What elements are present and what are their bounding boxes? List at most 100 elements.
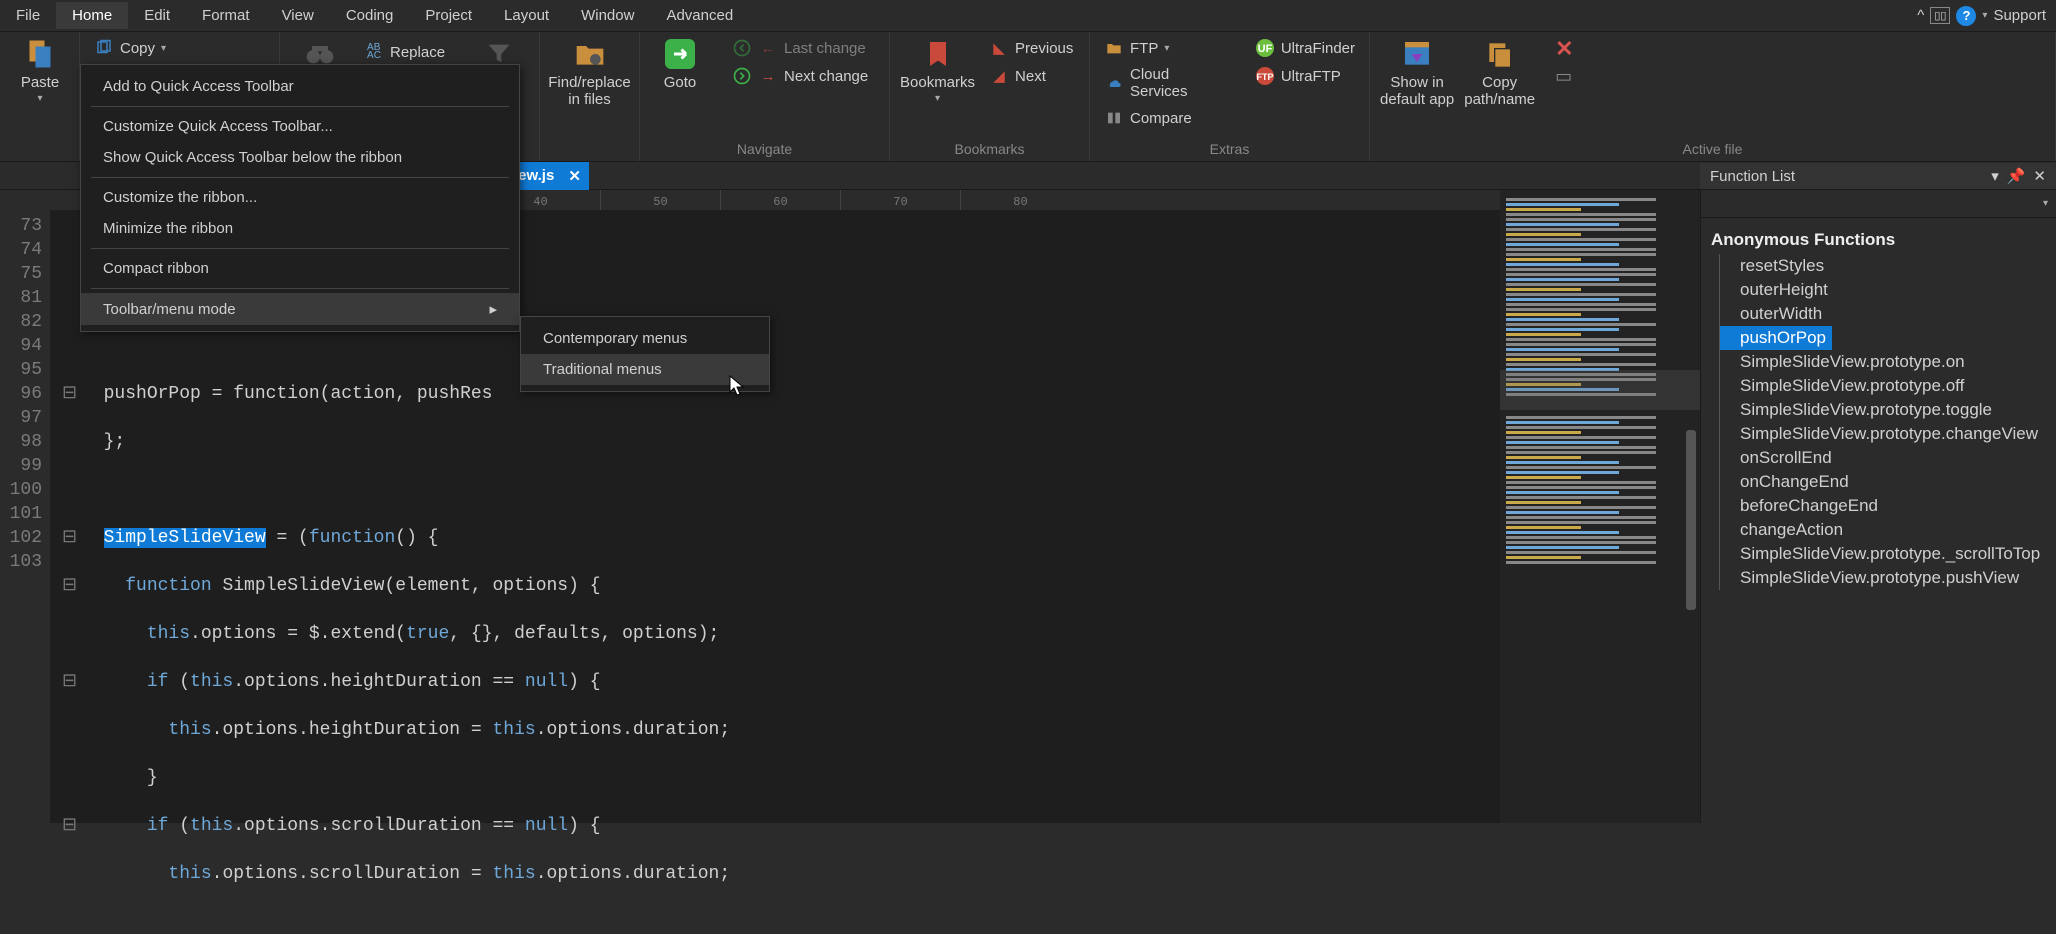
layout-icon[interactable]: ▯▯ [1930, 7, 1950, 24]
next-change-label: Next change [784, 68, 868, 85]
function-item[interactable]: outerHeight [1719, 278, 2056, 302]
cm-compact-ribbon[interactable]: Compact ribbon [81, 253, 519, 284]
prev-bookmark-label: Previous [1015, 40, 1073, 57]
cm-show-qat-below[interactable]: Show Quick Access Toolbar below the ribb… [81, 142, 519, 173]
support-link[interactable]: Support [1993, 7, 2046, 24]
function-item[interactable]: SimpleSlideView.prototype.pushView [1719, 566, 2056, 590]
goto-icon [662, 36, 698, 72]
help-dropdown-icon[interactable]: ▾ [1982, 10, 1987, 21]
menu-file[interactable]: File [0, 2, 56, 29]
help-icon[interactable]: ? [1956, 6, 1976, 26]
function-item[interactable]: onChangeEnd [1719, 470, 2056, 494]
minimap-scrollbar[interactable] [1686, 430, 1696, 610]
menu-project[interactable]: Project [409, 2, 488, 29]
tab-label: iew.js [514, 167, 554, 184]
function-list: Anonymous Functions resetStyles outerHei… [1701, 218, 2056, 598]
ultraftp-icon: FTP [1255, 66, 1275, 86]
function-item[interactable]: beforeChangeEnd [1719, 494, 2056, 518]
cm-customize-qat[interactable]: Customize Quick Access Toolbar... [81, 111, 519, 142]
ftp-label: FTP [1130, 40, 1158, 57]
function-item[interactable]: changeAction [1719, 518, 2056, 542]
copy-label: Copy [120, 40, 155, 57]
chevron-up-icon[interactable]: ^ [1917, 7, 1924, 24]
cm-add-qat[interactable]: Add to Quick Access Toolbar [81, 71, 519, 102]
ultrafinder-label: UltraFinder [1281, 40, 1355, 57]
ultraftp-button[interactable]: FTP UltraFTP [1251, 64, 1359, 88]
ribbon-group-navigate: Goto ← Last change → Next change Navigat… [640, 32, 890, 161]
arrow-back-circle-icon [732, 38, 752, 58]
replace-icon: ABAC [364, 42, 384, 62]
panel-pin-icon[interactable]: 📌 [2007, 167, 2026, 185]
bookmark-next-icon: ◢ [989, 66, 1009, 86]
paste-label: Paste [21, 74, 59, 91]
prev-bookmark-button[interactable]: ◣ Previous [985, 36, 1077, 60]
function-item[interactable]: resetStyles [1719, 254, 2056, 278]
group-extras-label: Extras [1100, 141, 1359, 159]
bookmarks-button[interactable]: Bookmarks ▾ [900, 36, 975, 104]
ribbon-group-bookmarks: Bookmarks ▾ ◣ Previous ◢ Next Bookmarks [890, 32, 1090, 161]
tab-close-icon[interactable]: ✕ [568, 167, 581, 185]
cloud-button[interactable]: Cloud Services [1100, 64, 1231, 102]
ultrafinder-button[interactable]: UF UltraFinder [1251, 36, 1359, 60]
cloud-icon [1104, 73, 1124, 93]
ribbon-group-findfiles: Find/replace in files [540, 32, 640, 161]
cm-minimize-ribbon[interactable]: Minimize the ribbon [81, 213, 519, 244]
submenu-arrow-icon: ▸ [489, 300, 497, 318]
group-activefile-label: Active file [1380, 141, 2045, 159]
panel-dropdown-icon[interactable]: ▾ [1991, 167, 1999, 185]
copy-path-icon [1482, 36, 1518, 72]
svg-text:UF: UF [1257, 43, 1272, 55]
arrow-fwd-circle-icon [732, 66, 752, 86]
show-in-default-button[interactable]: Show in default app [1380, 36, 1454, 108]
minimap[interactable] [1500, 190, 1700, 823]
paste-button[interactable]: Paste ▾ [10, 36, 70, 104]
function-item[interactable]: onScrollEnd [1719, 446, 2056, 470]
copy-icon [94, 38, 114, 58]
function-list-heading: Anonymous Functions [1711, 226, 2056, 254]
function-item[interactable]: SimpleSlideView.prototype.off [1719, 374, 2056, 398]
ftp-button[interactable]: FTP▾ [1100, 36, 1231, 60]
menu-advanced[interactable]: Advanced [650, 2, 749, 29]
function-item[interactable]: SimpleSlideView.prototype._scrollToTop [1719, 542, 2056, 566]
ribbon-group-clipboard: Paste ▾ [0, 32, 80, 161]
cloud-label: Cloud Services [1130, 66, 1227, 100]
ribbon-group-activefile: Show in default app Copy path/name ✕ ▭ A… [1370, 32, 2056, 161]
replace-label: Replace [390, 44, 445, 61]
replace-button[interactable]: ABAC Replace [360, 40, 449, 64]
menu-home[interactable]: Home [56, 2, 128, 29]
arrow-right-red-icon: → [758, 66, 778, 86]
menu-format[interactable]: Format [186, 2, 266, 29]
ribbon-group-extras: FTP▾ Cloud Services Compare UF UltraFind… [1090, 32, 1370, 161]
next-bookmark-label: Next [1015, 68, 1046, 85]
goto-button[interactable]: Goto [650, 36, 710, 91]
panel-filter-dropdown-icon[interactable]: ▾ [2043, 198, 2048, 209]
paste-dropdown-icon[interactable]: ▾ [37, 93, 42, 104]
function-item[interactable]: SimpleSlideView.prototype.toggle [1719, 398, 2056, 422]
function-item[interactable]: outerWidth [1719, 302, 2056, 326]
close-file-icon[interactable]: ✕ [1555, 36, 1573, 62]
function-item[interactable]: SimpleSlideView.prototype.on [1719, 350, 2056, 374]
menu-view[interactable]: View [266, 2, 330, 29]
menu-edit[interactable]: Edit [128, 2, 186, 29]
function-item-selected[interactable]: pushOrPop [1719, 326, 1832, 350]
function-item[interactable]: SimpleSlideView.prototype.changeView [1719, 422, 2056, 446]
next-bookmark-button[interactable]: ◢ Next [985, 64, 1077, 88]
copy-path-button[interactable]: Copy path/name [1464, 36, 1535, 108]
cm-contemporary-menus[interactable]: Contemporary menus [521, 323, 769, 354]
menu-window[interactable]: Window [565, 2, 650, 29]
file-options-icon[interactable]: ▭ [1555, 66, 1573, 87]
panel-close-icon[interactable]: ✕ [2033, 167, 2046, 185]
copy-button[interactable]: Copy▾ [90, 36, 269, 60]
compare-button[interactable]: Compare [1100, 106, 1231, 130]
ultrafinder-icon: UF [1255, 38, 1275, 58]
next-change-button[interactable]: → Next change [728, 64, 872, 88]
panel-title-label: Function List [1710, 168, 1795, 185]
menu-coding[interactable]: Coding [330, 2, 410, 29]
last-change-button[interactable]: ← Last change [728, 36, 872, 60]
function-list-panel: Function List ▾ 📌 ✕ ▾ Anonymous Function… [1700, 190, 2056, 823]
cm-toolbar-mode[interactable]: Toolbar/menu mode ▸ [81, 293, 519, 325]
menu-layout[interactable]: Layout [488, 2, 565, 29]
cm-customize-ribbon[interactable]: Customize the ribbon... [81, 182, 519, 213]
bookmarks-dropdown-icon[interactable]: ▾ [935, 93, 940, 104]
find-in-files-button[interactable]: Find/replace in files [550, 36, 629, 108]
